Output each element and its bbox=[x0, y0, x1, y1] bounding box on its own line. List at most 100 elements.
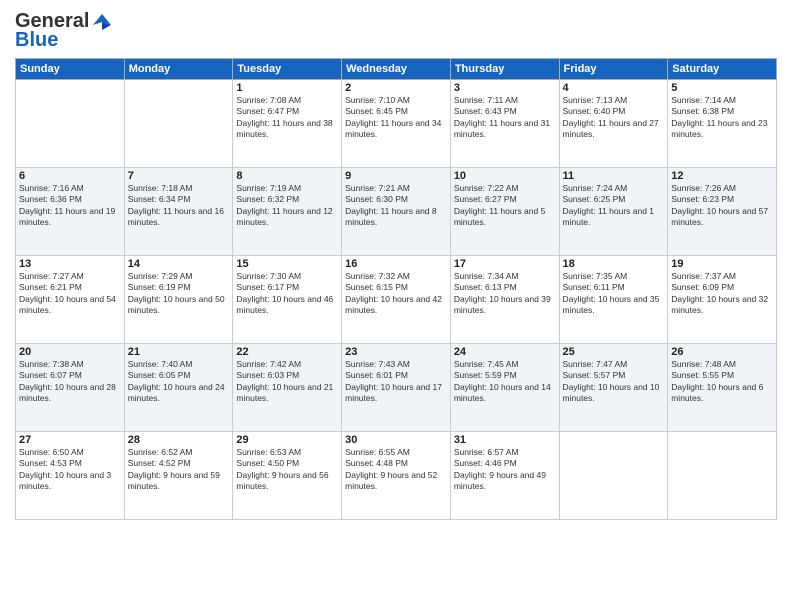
calendar-cell: 16Sunrise: 7:32 AM Sunset: 6:15 PM Dayli… bbox=[342, 256, 451, 344]
day-number: 5 bbox=[671, 82, 773, 94]
calendar-cell: 14Sunrise: 7:29 AM Sunset: 6:19 PM Dayli… bbox=[124, 256, 233, 344]
day-number: 19 bbox=[671, 258, 773, 270]
calendar-cell: 30Sunrise: 6:55 AM Sunset: 4:48 PM Dayli… bbox=[342, 432, 451, 520]
day-number: 17 bbox=[454, 258, 556, 270]
calendar-cell: 15Sunrise: 7:30 AM Sunset: 6:17 PM Dayli… bbox=[233, 256, 342, 344]
day-header-wednesday: Wednesday bbox=[342, 59, 451, 80]
calendar-cell: 4Sunrise: 7:13 AM Sunset: 6:40 PM Daylig… bbox=[559, 80, 668, 168]
day-info: Sunrise: 6:55 AM Sunset: 4:48 PM Dayligh… bbox=[345, 447, 447, 493]
day-info: Sunrise: 6:53 AM Sunset: 4:50 PM Dayligh… bbox=[236, 447, 338, 493]
day-number: 24 bbox=[454, 346, 556, 358]
calendar-cell: 3Sunrise: 7:11 AM Sunset: 6:43 PM Daylig… bbox=[450, 80, 559, 168]
day-number: 20 bbox=[19, 346, 121, 358]
day-number: 15 bbox=[236, 258, 338, 270]
day-info: Sunrise: 7:26 AM Sunset: 6:23 PM Dayligh… bbox=[671, 183, 773, 229]
calendar-cell: 26Sunrise: 7:48 AM Sunset: 5:55 PM Dayli… bbox=[668, 344, 777, 432]
day-number: 16 bbox=[345, 258, 447, 270]
calendar-week-0: 1Sunrise: 7:08 AM Sunset: 6:47 PM Daylig… bbox=[16, 80, 777, 168]
calendar-cell bbox=[16, 80, 125, 168]
calendar-cell: 24Sunrise: 7:45 AM Sunset: 5:59 PM Dayli… bbox=[450, 344, 559, 432]
day-info: Sunrise: 7:29 AM Sunset: 6:19 PM Dayligh… bbox=[128, 271, 230, 317]
calendar-cell: 1Sunrise: 7:08 AM Sunset: 6:47 PM Daylig… bbox=[233, 80, 342, 168]
day-info: Sunrise: 7:48 AM Sunset: 5:55 PM Dayligh… bbox=[671, 359, 773, 405]
calendar-cell: 31Sunrise: 6:57 AM Sunset: 4:46 PM Dayli… bbox=[450, 432, 559, 520]
day-number: 26 bbox=[671, 346, 773, 358]
calendar-week-2: 13Sunrise: 7:27 AM Sunset: 6:21 PM Dayli… bbox=[16, 256, 777, 344]
calendar-cell: 12Sunrise: 7:26 AM Sunset: 6:23 PM Dayli… bbox=[668, 168, 777, 256]
logo: General Blue bbox=[15, 10, 113, 52]
day-info: Sunrise: 7:42 AM Sunset: 6:03 PM Dayligh… bbox=[236, 359, 338, 405]
calendar-cell: 20Sunrise: 7:38 AM Sunset: 6:07 PM Dayli… bbox=[16, 344, 125, 432]
calendar-cell: 18Sunrise: 7:35 AM Sunset: 6:11 PM Dayli… bbox=[559, 256, 668, 344]
calendar-cell: 9Sunrise: 7:21 AM Sunset: 6:30 PM Daylig… bbox=[342, 168, 451, 256]
day-header-thursday: Thursday bbox=[450, 59, 559, 80]
day-info: Sunrise: 7:19 AM Sunset: 6:32 PM Dayligh… bbox=[236, 183, 338, 229]
day-number: 11 bbox=[563, 170, 665, 182]
day-number: 30 bbox=[345, 434, 447, 446]
day-info: Sunrise: 7:13 AM Sunset: 6:40 PM Dayligh… bbox=[563, 95, 665, 141]
calendar-cell: 29Sunrise: 6:53 AM Sunset: 4:50 PM Dayli… bbox=[233, 432, 342, 520]
calendar-cell bbox=[559, 432, 668, 520]
day-number: 13 bbox=[19, 258, 121, 270]
day-info: Sunrise: 7:40 AM Sunset: 6:05 PM Dayligh… bbox=[128, 359, 230, 405]
day-header-saturday: Saturday bbox=[668, 59, 777, 80]
calendar-week-4: 27Sunrise: 6:50 AM Sunset: 4:53 PM Dayli… bbox=[16, 432, 777, 520]
day-info: Sunrise: 7:35 AM Sunset: 6:11 PM Dayligh… bbox=[563, 271, 665, 317]
day-header-sunday: Sunday bbox=[16, 59, 125, 80]
logo-bird-icon bbox=[91, 11, 113, 33]
calendar-cell: 2Sunrise: 7:10 AM Sunset: 6:45 PM Daylig… bbox=[342, 80, 451, 168]
day-number: 9 bbox=[345, 170, 447, 182]
calendar-cell: 10Sunrise: 7:22 AM Sunset: 6:27 PM Dayli… bbox=[450, 168, 559, 256]
day-number: 29 bbox=[236, 434, 338, 446]
calendar-cell: 7Sunrise: 7:18 AM Sunset: 6:34 PM Daylig… bbox=[124, 168, 233, 256]
day-number: 4 bbox=[563, 82, 665, 94]
calendar-cell: 25Sunrise: 7:47 AM Sunset: 5:57 PM Dayli… bbox=[559, 344, 668, 432]
day-number: 18 bbox=[563, 258, 665, 270]
calendar-cell bbox=[668, 432, 777, 520]
day-number: 12 bbox=[671, 170, 773, 182]
day-number: 27 bbox=[19, 434, 121, 446]
calendar-week-1: 6Sunrise: 7:16 AM Sunset: 6:36 PM Daylig… bbox=[16, 168, 777, 256]
day-info: Sunrise: 7:18 AM Sunset: 6:34 PM Dayligh… bbox=[128, 183, 230, 229]
day-number: 25 bbox=[563, 346, 665, 358]
day-info: Sunrise: 7:11 AM Sunset: 6:43 PM Dayligh… bbox=[454, 95, 556, 141]
day-number: 28 bbox=[128, 434, 230, 446]
day-number: 22 bbox=[236, 346, 338, 358]
day-info: Sunrise: 7:30 AM Sunset: 6:17 PM Dayligh… bbox=[236, 271, 338, 317]
calendar-cell: 28Sunrise: 6:52 AM Sunset: 4:52 PM Dayli… bbox=[124, 432, 233, 520]
calendar-cell: 11Sunrise: 7:24 AM Sunset: 6:25 PM Dayli… bbox=[559, 168, 668, 256]
day-info: Sunrise: 7:32 AM Sunset: 6:15 PM Dayligh… bbox=[345, 271, 447, 317]
calendar-cell: 27Sunrise: 6:50 AM Sunset: 4:53 PM Dayli… bbox=[16, 432, 125, 520]
day-number: 21 bbox=[128, 346, 230, 358]
day-number: 3 bbox=[454, 82, 556, 94]
day-info: Sunrise: 7:47 AM Sunset: 5:57 PM Dayligh… bbox=[563, 359, 665, 405]
day-info: Sunrise: 7:08 AM Sunset: 6:47 PM Dayligh… bbox=[236, 95, 338, 141]
calendar-cell bbox=[124, 80, 233, 168]
calendar-cell: 23Sunrise: 7:43 AM Sunset: 6:01 PM Dayli… bbox=[342, 344, 451, 432]
day-info: Sunrise: 7:22 AM Sunset: 6:27 PM Dayligh… bbox=[454, 183, 556, 229]
day-info: Sunrise: 7:45 AM Sunset: 5:59 PM Dayligh… bbox=[454, 359, 556, 405]
logo-blue-text: Blue bbox=[15, 29, 58, 52]
day-info: Sunrise: 7:24 AM Sunset: 6:25 PM Dayligh… bbox=[563, 183, 665, 229]
calendar-cell: 6Sunrise: 7:16 AM Sunset: 6:36 PM Daylig… bbox=[16, 168, 125, 256]
calendar-cell: 13Sunrise: 7:27 AM Sunset: 6:21 PM Dayli… bbox=[16, 256, 125, 344]
calendar-cell: 8Sunrise: 7:19 AM Sunset: 6:32 PM Daylig… bbox=[233, 168, 342, 256]
page-header: General Blue bbox=[15, 10, 777, 52]
day-info: Sunrise: 7:10 AM Sunset: 6:45 PM Dayligh… bbox=[345, 95, 447, 141]
day-header-friday: Friday bbox=[559, 59, 668, 80]
calendar-cell: 5Sunrise: 7:14 AM Sunset: 6:38 PM Daylig… bbox=[668, 80, 777, 168]
day-number: 2 bbox=[345, 82, 447, 94]
day-info: Sunrise: 7:16 AM Sunset: 6:36 PM Dayligh… bbox=[19, 183, 121, 229]
day-info: Sunrise: 6:57 AM Sunset: 4:46 PM Dayligh… bbox=[454, 447, 556, 493]
day-number: 14 bbox=[128, 258, 230, 270]
calendar-cell: 22Sunrise: 7:42 AM Sunset: 6:03 PM Dayli… bbox=[233, 344, 342, 432]
day-info: Sunrise: 7:34 AM Sunset: 6:13 PM Dayligh… bbox=[454, 271, 556, 317]
day-number: 23 bbox=[345, 346, 447, 358]
day-number: 1 bbox=[236, 82, 338, 94]
calendar-cell: 17Sunrise: 7:34 AM Sunset: 6:13 PM Dayli… bbox=[450, 256, 559, 344]
day-header-tuesday: Tuesday bbox=[233, 59, 342, 80]
day-info: Sunrise: 7:38 AM Sunset: 6:07 PM Dayligh… bbox=[19, 359, 121, 405]
calendar-table: SundayMondayTuesdayWednesdayThursdayFrid… bbox=[15, 58, 777, 520]
calendar-cell: 21Sunrise: 7:40 AM Sunset: 6:05 PM Dayli… bbox=[124, 344, 233, 432]
day-info: Sunrise: 7:21 AM Sunset: 6:30 PM Dayligh… bbox=[345, 183, 447, 229]
